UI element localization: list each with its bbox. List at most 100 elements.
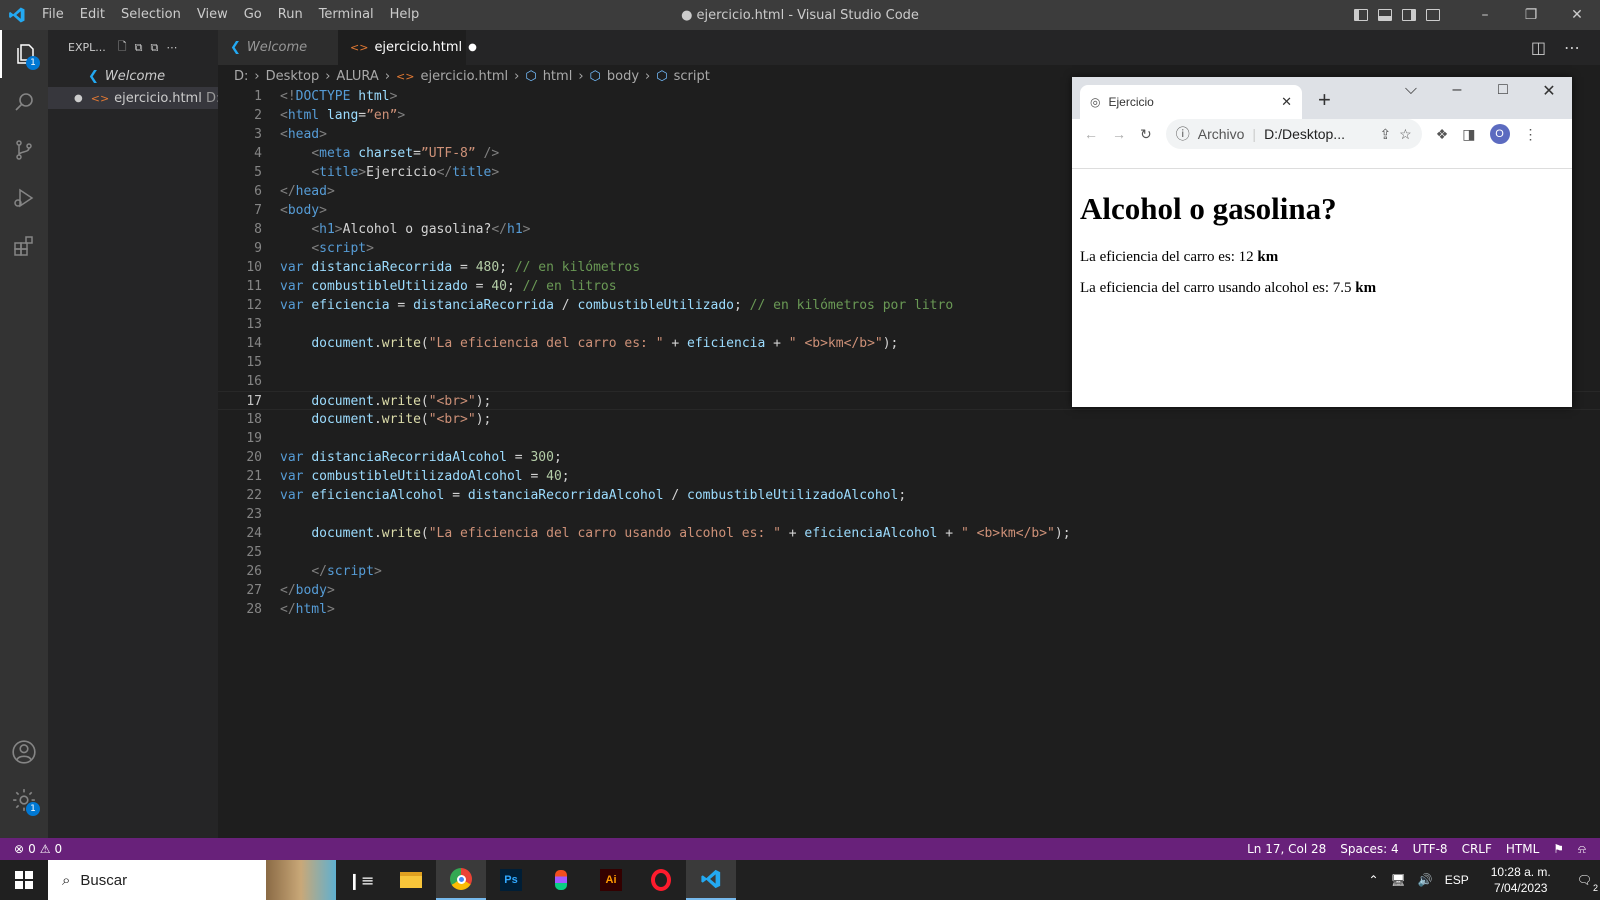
menu-go[interactable]: Go	[236, 0, 270, 30]
browser-close-button[interactable]: ✕	[1526, 81, 1572, 101]
code-line[interactable]: 19	[218, 429, 1600, 448]
forward-arrow-icon[interactable]: →	[1112, 126, 1126, 142]
breadcrumb-body[interactable]: body	[607, 69, 639, 84]
menu-edit[interactable]: Edit	[72, 0, 113, 30]
warning-icon: ⚠	[39, 842, 51, 856]
chevron-up-icon[interactable]: ⌃	[1368, 873, 1378, 887]
open-editor-welcome[interactable]: ❮ Welcome	[48, 65, 218, 87]
toggle-primary-sidebar-icon[interactable]	[1354, 9, 1368, 21]
browser-menu-icon[interactable]: ⋮	[1524, 126, 1538, 143]
browser-minimize-button[interactable]: –	[1434, 81, 1480, 101]
manage-gear-icon[interactable]: 1	[0, 776, 48, 824]
feedback-icon[interactable]: ⚑	[1553, 842, 1564, 856]
chrome-icon[interactable]	[436, 860, 486, 900]
chevron-right-icon: ›	[578, 68, 584, 84]
indentation[interactable]: Spaces: 4	[1340, 842, 1398, 856]
encoding[interactable]: UTF-8	[1413, 842, 1448, 856]
code-line[interactable]: 18 document.write("<br>");	[218, 410, 1600, 429]
breadcrumb-drive[interactable]: D:	[234, 69, 248, 84]
figma-icon[interactable]	[536, 870, 586, 890]
code-line[interactable]: 24 document.write("La eficiencia del car…	[218, 524, 1600, 543]
line-ending[interactable]: CRLF	[1462, 842, 1492, 856]
tab-welcome[interactable]: ❮ Welcome	[218, 30, 338, 65]
code-line[interactable]: 25	[218, 543, 1600, 562]
bookmark-star-icon[interactable]: ☆	[1399, 126, 1412, 143]
network-icon[interactable]: 🖥	[1391, 873, 1406, 887]
language-mode[interactable]: HTML	[1506, 842, 1539, 856]
unsaved-dot-icon[interactable]: ●	[74, 93, 83, 104]
problems-indicator[interactable]: ⊗ 0 ⚠ 0	[0, 842, 62, 856]
collapse-all-icon[interactable]: ⧉	[150, 41, 158, 55]
breadcrumb-desktop[interactable]: Desktop	[266, 69, 320, 84]
minimize-window-button[interactable]: –	[1462, 0, 1508, 30]
breadcrumb-file[interactable]: ejercicio.html	[420, 69, 508, 84]
menu-file[interactable]: File	[34, 0, 72, 30]
save-all-icon[interactable]: ⧉	[135, 41, 143, 55]
globe-icon: ◎	[1090, 95, 1101, 109]
opera-icon[interactable]	[636, 869, 686, 891]
line-code: var combustibleUtilizadoAlcohol = 40;	[280, 469, 570, 484]
share-icon[interactable]: ⇪	[1379, 126, 1391, 143]
clock[interactable]: 10:28 a. m. 7/04/2023	[1491, 864, 1551, 896]
code-line[interactable]: 28 </html>	[218, 600, 1600, 619]
open-editor-ejercicio[interactable]: ● <> ejercicio.html D:...	[48, 87, 218, 109]
side-panel-icon[interactable]: ◨	[1462, 126, 1475, 143]
explorer-icon[interactable]: 1	[0, 30, 48, 78]
vscode-taskbar-icon[interactable]	[686, 860, 736, 900]
menu-help[interactable]: Help	[382, 0, 428, 30]
browser-tab[interactable]: ◎ Ejercicio ✕	[1080, 85, 1302, 119]
notifications-bell-icon[interactable]: ⍾	[1578, 842, 1586, 857]
volume-icon[interactable]: 🔊	[1418, 873, 1433, 887]
more-actions-icon[interactable]: ⋯	[166, 41, 177, 54]
menu-selection[interactable]: Selection	[113, 0, 189, 30]
taskbar-search[interactable]: ⌕ Buscar	[48, 860, 336, 900]
breadcrumb-html[interactable]: html	[543, 69, 573, 84]
photoshop-icon[interactable]: Ps	[486, 869, 536, 891]
run-debug-icon[interactable]	[0, 174, 48, 222]
breadcrumb-script[interactable]: script	[674, 69, 710, 84]
code-line[interactable]: 27 </body>	[218, 581, 1600, 600]
menu-terminal[interactable]: Terminal	[311, 0, 382, 30]
menu-view[interactable]: View	[189, 0, 236, 30]
browser-maximize-button[interactable]: □	[1480, 81, 1526, 101]
illustrator-icon[interactable]: Ai	[586, 869, 636, 891]
source-control-icon[interactable]	[0, 126, 48, 174]
extensions-puzzle-icon[interactable]: ❖	[1436, 126, 1449, 143]
file-explorer-icon[interactable]	[386, 872, 436, 888]
line-code: document.write("La eficiencia del carro …	[311, 526, 1071, 541]
unsaved-dot-icon[interactable]: ●	[468, 42, 477, 53]
tab-ejercicio[interactable]: <> ejercicio.html ●	[338, 30, 477, 65]
cursor-position[interactable]: Ln 17, Col 28	[1247, 842, 1326, 856]
breadcrumb-alura[interactable]: ALURA	[336, 69, 378, 84]
notification-center-icon[interactable]: 🗨 2	[1577, 873, 1598, 893]
result-line-2: La eficiencia del carro usando alcohol e…	[1080, 280, 1377, 296]
restore-window-button[interactable]: ❐	[1508, 0, 1554, 30]
code-line[interactable]: 26 </script>	[218, 562, 1600, 581]
back-arrow-icon[interactable]: ←	[1084, 126, 1098, 142]
close-window-button[interactable]: ✕	[1554, 0, 1600, 30]
close-tab-icon[interactable]: ✕	[1281, 94, 1292, 110]
editor-more-icon[interactable]: ⋯	[1564, 38, 1580, 57]
line-number: 22	[246, 488, 262, 503]
toggle-panel-icon[interactable]	[1378, 9, 1392, 21]
menu-run[interactable]: Run	[270, 0, 311, 30]
customize-layout-icon[interactable]	[1426, 9, 1440, 21]
code-line[interactable]: 23	[218, 505, 1600, 524]
split-editor-icon[interactable]: ◫	[1531, 38, 1546, 57]
code-line[interactable]: 22 var eficienciaAlcohol = distanciaRecor…	[218, 486, 1600, 505]
accounts-icon[interactable]	[0, 728, 48, 776]
code-line[interactable]: 21 var combustibleUtilizadoAlcohol = 40;	[218, 467, 1600, 486]
code-line[interactable]: 20 var distanciaRecorridaAlcohol = 300;	[218, 448, 1600, 467]
extensions-icon[interactable]	[0, 222, 48, 270]
task-view-icon[interactable]: ❙≡	[336, 871, 386, 890]
address-bar[interactable]: ⓘ Archivo | D:/Desktop... ⇪ ☆	[1165, 119, 1422, 149]
new-file-icon[interactable]: 🗋	[118, 38, 127, 57]
search-icon[interactable]	[0, 78, 48, 126]
reload-icon[interactable]: ↻	[1140, 126, 1152, 143]
windows-start-icon[interactable]	[0, 871, 48, 889]
profile-avatar[interactable]: O	[1489, 124, 1510, 144]
tab-search-chevron-icon[interactable]: ⌵	[1388, 81, 1434, 101]
language-indicator[interactable]: ESP	[1445, 873, 1469, 887]
new-tab-icon[interactable]: +	[1318, 87, 1331, 113]
toggle-secondary-sidebar-icon[interactable]	[1402, 9, 1416, 21]
